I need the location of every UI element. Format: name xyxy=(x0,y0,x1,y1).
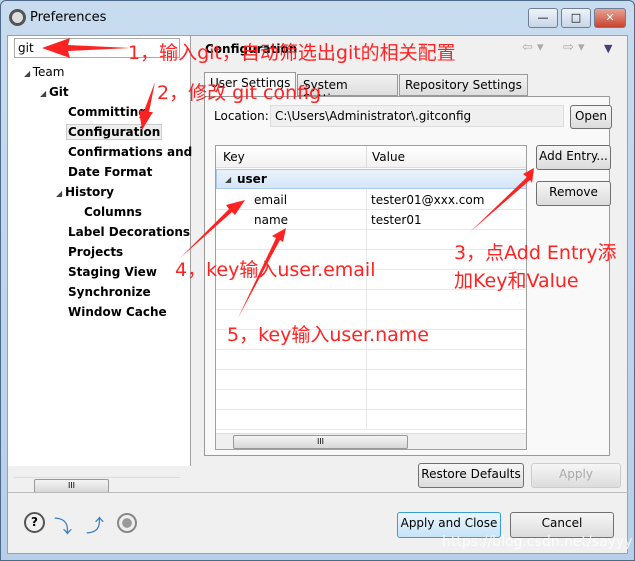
annotation-1: 1，输入git，自动筛选出git的相关配置 xyxy=(128,42,456,64)
arrow-4 xyxy=(180,200,245,258)
annotation-2: 2，修改 git config xyxy=(157,82,322,104)
annotation-4: 4，key输入user.email xyxy=(175,259,376,281)
annotation-3-line2: 加Key和Value xyxy=(454,270,579,292)
arrow-3 xyxy=(470,168,534,232)
arrow-2 xyxy=(139,82,155,130)
annotation-3-line1: 3，点Add Entry添 xyxy=(454,242,617,264)
annotation-5: 5，key输入user.name xyxy=(227,324,429,346)
arrow-1 xyxy=(42,38,130,58)
